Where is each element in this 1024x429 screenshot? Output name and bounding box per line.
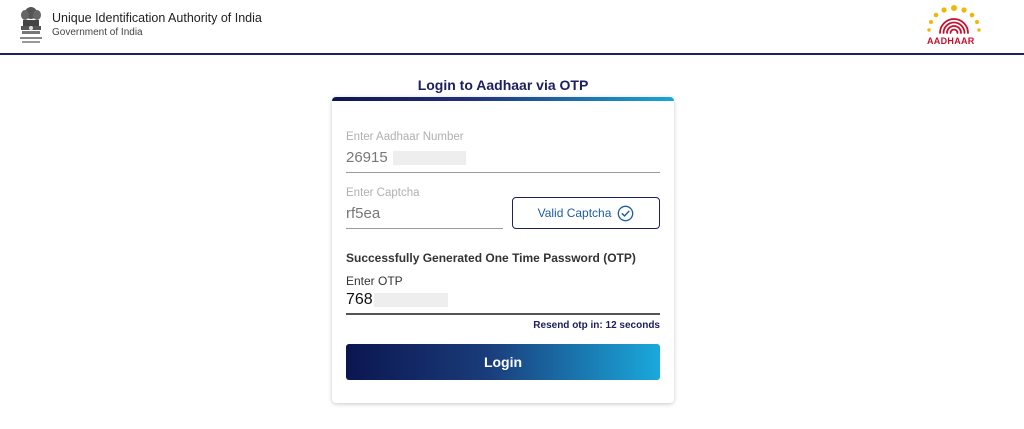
check-circle-icon	[618, 205, 634, 221]
org-name: Unique Identification Authority of India	[52, 11, 262, 25]
aadhaar-number-mask	[393, 151, 466, 165]
otp-value: 768	[346, 291, 373, 308]
captcha-value: rf5ea	[346, 205, 381, 222]
otp-mask	[374, 293, 448, 307]
aadhaar-logo-text: AADHAAR	[927, 36, 975, 46]
card-accent-bar	[332, 97, 674, 101]
otp-success-message: Successfully Generated One Time Password…	[346, 251, 636, 265]
login-card: Enter Aadhaar Number 26915 Enter Captcha…	[332, 97, 674, 403]
org-subtitle: Government of India	[52, 27, 143, 38]
login-button[interactable]: Login	[346, 344, 660, 380]
aadhaar-number-value: 26915	[346, 149, 388, 166]
otp-label: Enter OTP	[346, 274, 403, 288]
captcha-label: Enter Captcha	[346, 187, 420, 199]
captcha-underline	[346, 228, 503, 229]
national-emblem-icon	[20, 7, 42, 43]
aadhaar-number-label: Enter Aadhaar Number	[346, 131, 464, 143]
valid-captcha-label: Valid Captcha	[537, 206, 612, 220]
aadhaar-number-underline	[346, 172, 660, 173]
otp-underline	[346, 313, 660, 315]
valid-captcha-button[interactable]: Valid Captcha	[512, 197, 660, 229]
resend-otp-timer: Resend otp in: 12 seconds	[533, 320, 660, 331]
site-header: Unique Identification Authority of India…	[0, 0, 1024, 55]
page-title: Login to Aadhaar via OTP	[417, 77, 589, 93]
